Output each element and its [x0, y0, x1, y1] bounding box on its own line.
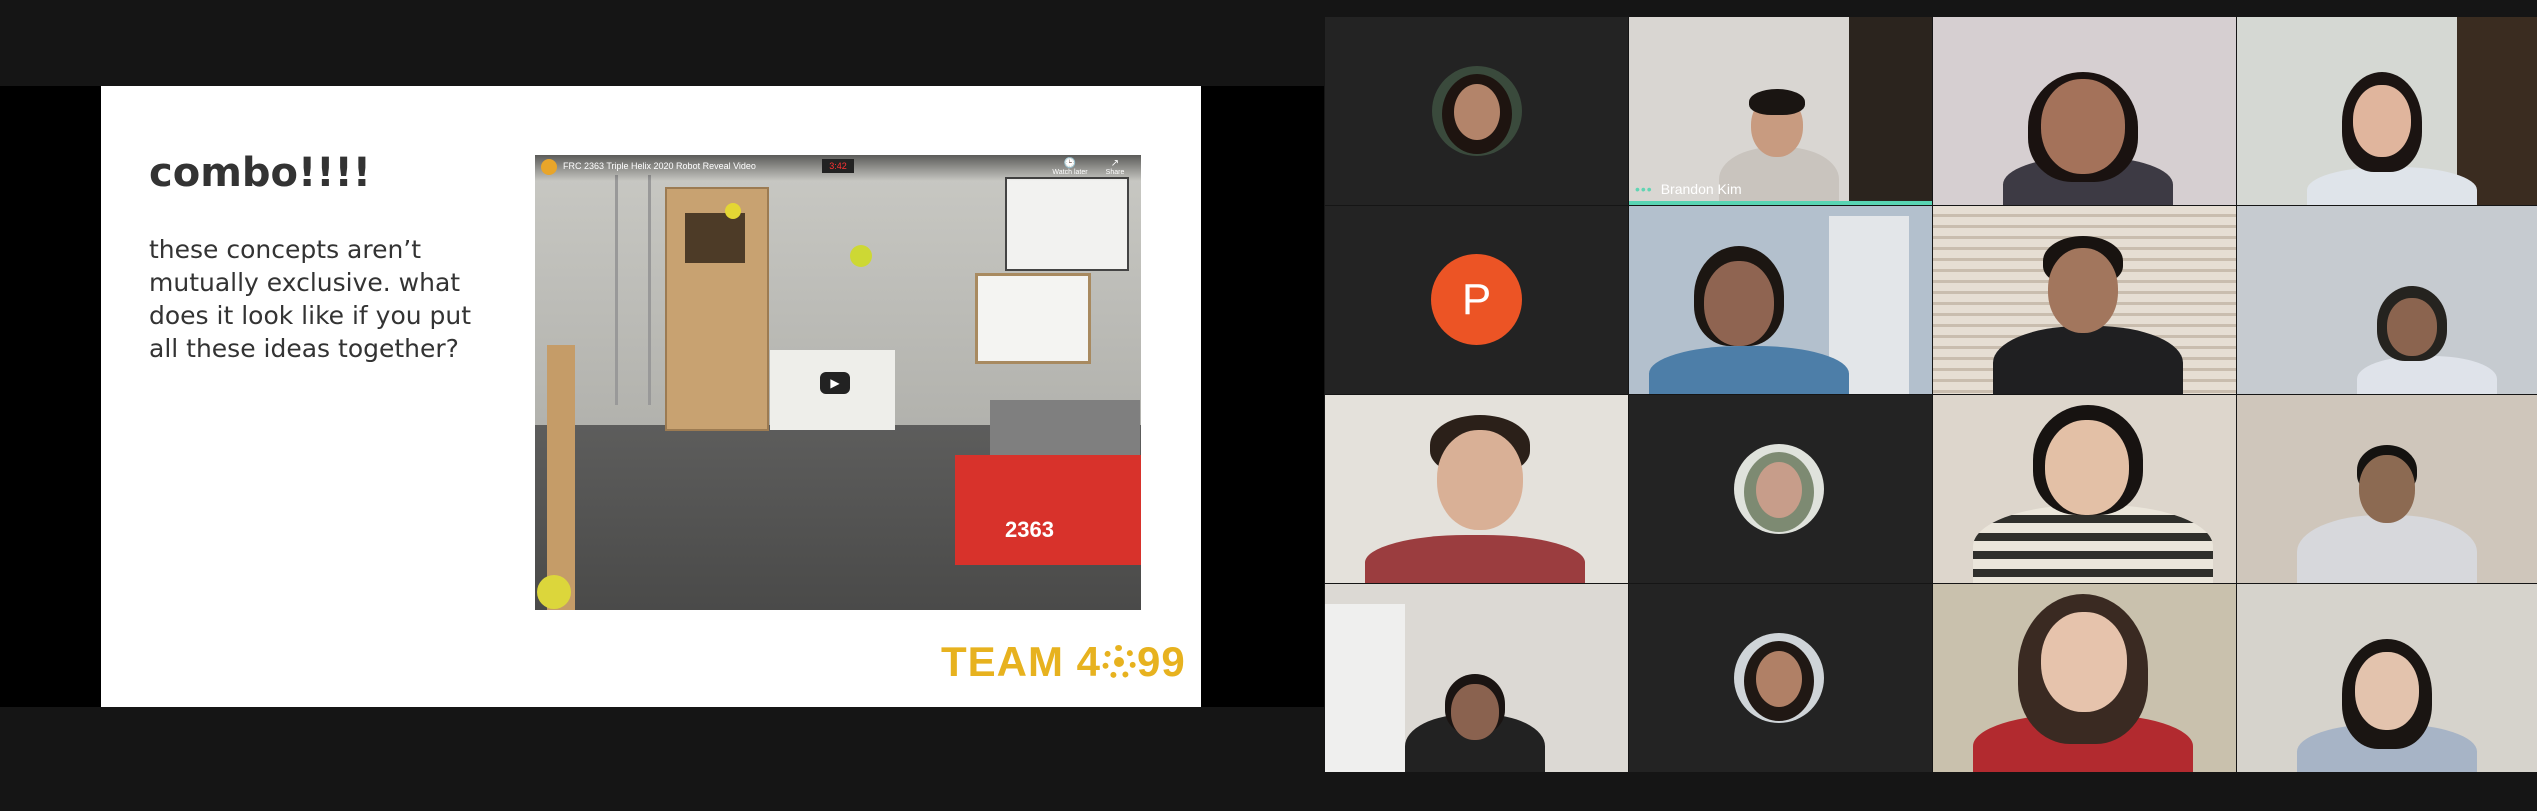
- participant-face: [2359, 455, 2415, 523]
- participant-face: [1704, 261, 1774, 346]
- gear-icon: [1102, 645, 1137, 679]
- participant-name: Brandon Kim: [1660, 181, 1742, 197]
- ball: [537, 575, 571, 609]
- avatar-face: [1454, 84, 1500, 140]
- bookshelf: [2457, 17, 2537, 205]
- participant-tile[interactable]: [2237, 395, 2537, 583]
- video-ladder: [615, 175, 651, 405]
- slide-title: combo!!!!: [149, 150, 371, 196]
- participant-avatar: [1734, 444, 1824, 534]
- participant-tile[interactable]: P: [1325, 206, 1628, 394]
- team-logo: TEAM 4 99: [941, 638, 1186, 686]
- ball: [725, 203, 741, 219]
- slide-body-text: these concepts aren’t mutually exclusive…: [149, 235, 472, 363]
- video-power-port: [665, 187, 769, 431]
- clock-icon: 🕒: [1063, 158, 1077, 169]
- participant-tile[interactable]: [2237, 17, 2537, 205]
- participant-name-tag: ••• Brandon Kim: [1635, 181, 1742, 197]
- participant-face: [2387, 298, 2437, 356]
- participant-tile[interactable]: [1933, 584, 2236, 772]
- participant-tile[interactable]: ••• Brandon Kim: [1629, 17, 1932, 205]
- participant-body: [2357, 356, 2497, 394]
- participant-tile[interactable]: [1933, 395, 2236, 583]
- participant-face: [2045, 420, 2129, 515]
- participant-face: [2041, 79, 2125, 174]
- participant-face: [2048, 248, 2118, 333]
- participant-face: [2353, 85, 2411, 157]
- participant-tile[interactable]: [1629, 206, 1932, 394]
- presentation-slide: combo!!!! these concepts aren’t mutually…: [101, 86, 1201, 707]
- more-options-icon[interactable]: •••: [1635, 181, 1653, 197]
- participant-tile[interactable]: [1933, 206, 2236, 394]
- participant-avatar: [1734, 633, 1824, 723]
- participant-body: [1993, 326, 2183, 394]
- participant-body: [2297, 515, 2477, 583]
- team-logo-suffix: 99: [1137, 638, 1186, 685]
- embedded-video[interactable]: 2363 FRC 2363 Triple Helix 2020 Robot Re…: [535, 155, 1141, 610]
- watch-later-button[interactable]: 🕒 Watch later: [1052, 158, 1088, 177]
- active-speaker-indicator: [1629, 201, 1932, 205]
- share-button[interactable]: ↗ Share: [1097, 158, 1133, 177]
- robot-number: 2363: [1005, 517, 1054, 542]
- participant-body: [1365, 535, 1585, 583]
- video-hex-target: [685, 213, 745, 263]
- video-robot-bumper: 2363: [955, 455, 1141, 565]
- video-top-bar: FRC 2363 Triple Helix 2020 Robot Reveal …: [535, 155, 1141, 181]
- participant-tile[interactable]: [1325, 584, 1628, 772]
- video-post: [547, 345, 575, 610]
- participant-tile[interactable]: [2237, 584, 2537, 772]
- participant-tile[interactable]: [1325, 395, 1628, 583]
- share-label: Share: [1105, 169, 1125, 176]
- video-projector-screen: [1005, 177, 1129, 271]
- avatar-face: [1756, 462, 1802, 518]
- video-clock: 3:42: [822, 159, 854, 173]
- participant-body: [2307, 167, 2477, 205]
- play-button[interactable]: ▶: [820, 372, 850, 394]
- participant-initial-avatar: P: [1431, 254, 1522, 345]
- channel-logo-icon[interactable]: [541, 159, 557, 175]
- team-logo-prefix: TEAM 4: [941, 638, 1102, 685]
- participant-tile[interactable]: [1629, 584, 1932, 772]
- ball: [850, 245, 872, 267]
- video-title[interactable]: FRC 2363 Triple Helix 2020 Robot Reveal …: [563, 161, 756, 171]
- screen-share: combo!!!! these concepts aren’t mutually…: [0, 86, 1324, 707]
- closet-door: [1325, 604, 1405, 772]
- participant-tile[interactable]: [2237, 206, 2537, 394]
- avatar-face: [1756, 651, 1802, 707]
- participant-avatar: [1432, 66, 1522, 156]
- participant-face: [1451, 684, 1499, 740]
- participant-tile[interactable]: [1933, 17, 2236, 205]
- participant-hair: [1749, 89, 1805, 115]
- participant-face: [2355, 652, 2419, 730]
- participant-face: [1437, 430, 1523, 530]
- play-icon: ▶: [830, 376, 840, 390]
- participant-body: [1973, 505, 2213, 583]
- participant-face: [2041, 612, 2127, 712]
- participant-body: [1649, 346, 1849, 394]
- share-icon: ↗: [1110, 158, 1120, 169]
- participant-tile[interactable]: [1629, 395, 1932, 583]
- participant-tile[interactable]: [1325, 17, 1628, 205]
- video-whiteboard: [975, 273, 1091, 364]
- bookshelf: [1849, 17, 1932, 205]
- watch-later-label: Watch later: [1052, 169, 1088, 176]
